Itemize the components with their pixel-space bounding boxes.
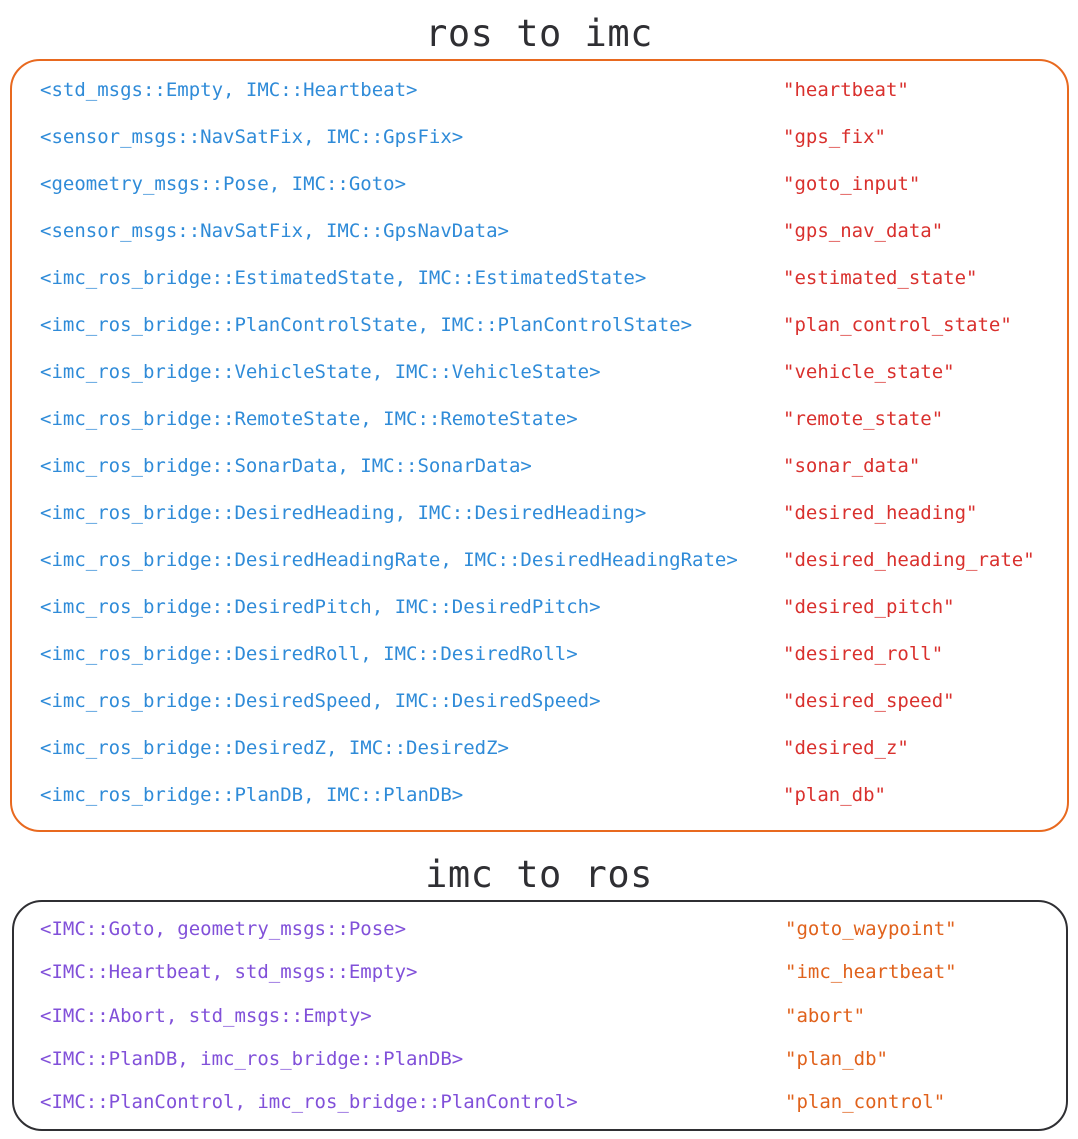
message-type-pair: <imc_ros_bridge::DesiredSpeed, IMC::Desi… xyxy=(40,690,601,712)
topic-name: "heartbeat" xyxy=(783,79,909,101)
topic-name: "desired_roll" xyxy=(783,643,944,665)
message-type-pair: <imc_ros_bridge::DesiredHeadingRate, IMC… xyxy=(40,549,738,571)
message-type-pair: <imc_ros_bridge::DesiredHeading, IMC::De… xyxy=(40,502,647,524)
topic-name: "plan_db" xyxy=(783,784,886,806)
topic-name: "goto_input" xyxy=(783,173,921,195)
message-type-pair: <IMC::PlanDB, imc_ros_bridge::PlanDB> xyxy=(40,1047,464,1070)
topic-name: "sonar_data" xyxy=(783,455,921,477)
topic-name: "desired_speed" xyxy=(783,690,955,712)
message-type-pair: <imc_ros_bridge::PlanDB, IMC::PlanDB> xyxy=(40,784,464,806)
message-type-pair: <imc_ros_bridge::DesiredZ, IMC::DesiredZ… xyxy=(40,737,509,759)
topic-name: "vehicle_state" xyxy=(783,361,955,383)
topic-name: "desired_pitch" xyxy=(783,596,955,618)
topic-name: "goto_waypoint" xyxy=(785,918,957,940)
topic-name: "desired_heading_rate" xyxy=(783,549,1035,571)
topic-name: "desired_z" xyxy=(783,737,909,759)
message-type-pair: <imc_ros_bridge::SonarData, IMC::SonarDa… xyxy=(40,455,532,477)
topic-name: "gps_fix" xyxy=(783,126,886,148)
topic-name: "gps_nav_data" xyxy=(783,220,944,242)
message-type-pair: <imc_ros_bridge::EstimatedState, IMC::Es… xyxy=(40,267,647,289)
message-type-pair: <imc_ros_bridge::PlanControlState, IMC::… xyxy=(40,314,693,336)
imc-to-ros-box: <IMC::Goto, geometry_msgs::Pose> "goto_wa… xyxy=(12,900,1068,1131)
ros-to-imc-box: <std_msgs::Empty, IMC::Heartbeat> "heartb… xyxy=(10,59,1069,832)
topic-name: "remote_state" xyxy=(783,408,944,430)
message-type-pair: <sensor_msgs::NavSatFix, IMC::GpsFix> xyxy=(40,126,464,148)
topic-name: "plan_control_state" xyxy=(783,314,1012,336)
message-type-pair: <IMC::Heartbeat, std_msgs::Empty> xyxy=(40,961,418,984)
message-type-pair: <IMC::Abort, std_msgs::Empty> xyxy=(40,1004,372,1027)
topic-name: "abort" xyxy=(785,1004,866,1027)
message-type-pair: <IMC::PlanControl, imc_ros_bridge::PlanC… xyxy=(40,1091,578,1114)
message-type-pair: <std_msgs::Empty, IMC::Heartbeat> xyxy=(40,79,418,101)
message-type-pair: <geometry_msgs::Pose, IMC::Goto> xyxy=(40,173,407,195)
topic-name: "plan_db" xyxy=(785,1047,888,1070)
message-type-pair: <imc_ros_bridge::DesiredPitch, IMC::Desi… xyxy=(40,596,601,618)
ros-to-imc-title: ros to imc xyxy=(425,12,653,55)
message-type-pair: <imc_ros_bridge::RemoteState, IMC::Remot… xyxy=(40,408,578,430)
topic-name: "imc_heartbeat" xyxy=(785,961,957,984)
topic-name: "estimated_state" xyxy=(783,267,978,289)
topic-name: "plan_control" xyxy=(785,1091,946,1114)
message-type-pair: <sensor_msgs::NavSatFix, IMC::GpsNavData… xyxy=(40,220,509,242)
topic-name: "desired_heading" xyxy=(783,502,978,524)
imc-to-ros-title: imc to ros xyxy=(425,853,653,896)
message-type-pair: <imc_ros_bridge::DesiredRoll, IMC::Desir… xyxy=(40,643,578,665)
message-type-pair: <IMC::Goto, geometry_msgs::Pose> xyxy=(40,918,407,940)
message-type-pair: <imc_ros_bridge::VehicleState, IMC::Vehi… xyxy=(40,361,601,383)
